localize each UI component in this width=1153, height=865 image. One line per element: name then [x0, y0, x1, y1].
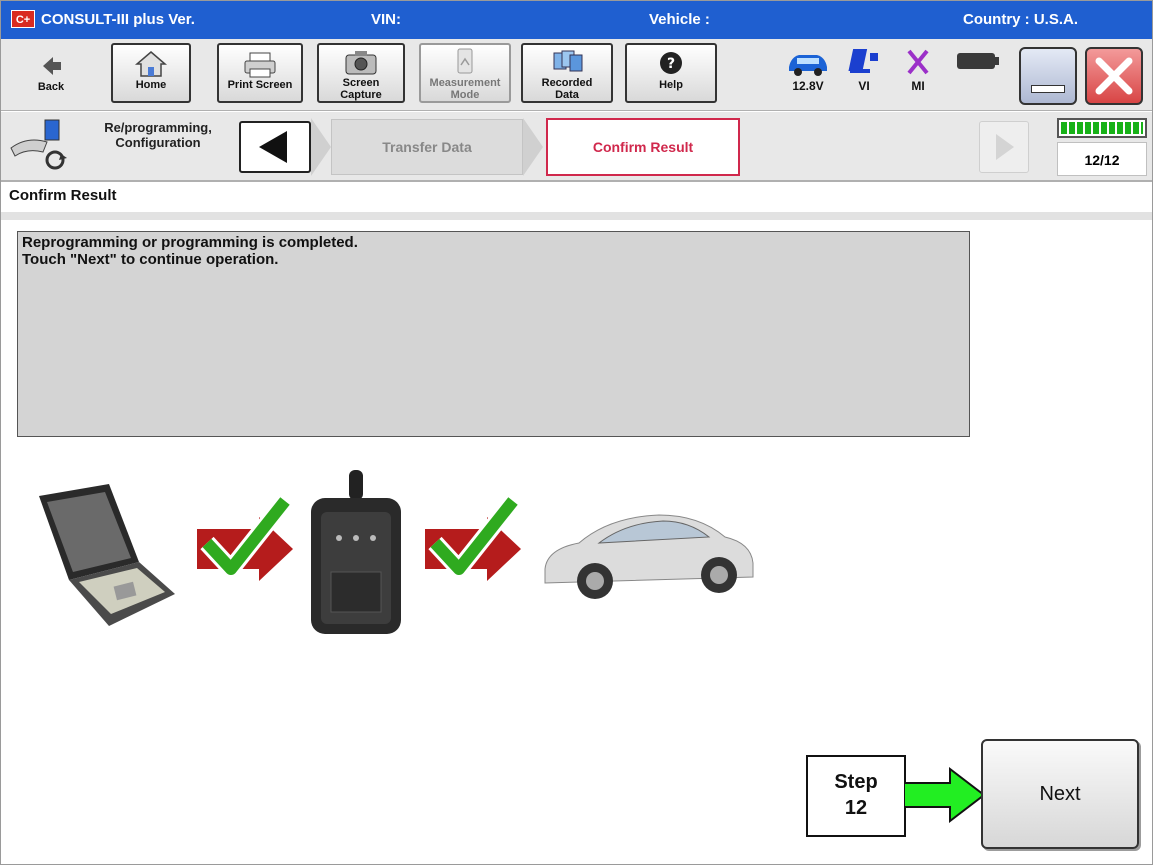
- home-button[interactable]: Home: [111, 43, 191, 103]
- step-callout-line2: 12: [844, 797, 868, 819]
- next-button[interactable]: Next: [981, 739, 1139, 849]
- mi-disconnected-icon: [907, 49, 929, 75]
- country-label: Country : U.S.A.: [963, 11, 1078, 28]
- back-arrow-icon: [43, 57, 61, 75]
- toolbar: Back Home Print Screen Screen Capture Me…: [1, 39, 1152, 111]
- separator: [1, 212, 1152, 220]
- step-transfer-data: Transfer Data: [331, 119, 523, 175]
- laptop-icon: [39, 484, 175, 626]
- page-count: 12/12: [1057, 142, 1147, 176]
- back-label: Back: [37, 81, 65, 93]
- recorded-data-label-2: Data: [555, 89, 579, 101]
- next-step-arrow-disabled: [979, 121, 1029, 173]
- vi-interface-device-icon: [311, 470, 401, 634]
- green-pointer-arrow-icon: [904, 767, 986, 823]
- camera-icon: [345, 51, 377, 75]
- home-label: Home: [135, 79, 167, 91]
- message-line-1: Reprogramming or programming is complete…: [22, 234, 358, 251]
- minimize-button[interactable]: [1019, 47, 1077, 105]
- recorded-data-button[interactable]: Recorded Data: [521, 43, 613, 103]
- close-button[interactable]: [1085, 47, 1143, 105]
- transfer-success-arrow-2: [425, 495, 521, 581]
- vehicle-label: Vehicle :: [649, 11, 710, 28]
- previous-step-button[interactable]: [239, 121, 311, 173]
- section-label: Re/programming, Configuration: [83, 120, 233, 150]
- car-status-icon: [789, 55, 827, 76]
- mi-status: MI: [893, 45, 943, 101]
- vi-label: VI: [858, 79, 870, 93]
- recorded-data-label-1: Recorded: [541, 77, 593, 89]
- help-icon: ?: [660, 52, 682, 74]
- printer-icon: [244, 52, 276, 78]
- consult-logo: C+: [11, 10, 35, 28]
- screen-capture-label-2: Capture: [340, 89, 382, 101]
- right-triangle-icon: [996, 134, 1014, 160]
- home-icon: [134, 51, 168, 77]
- battery-status: [953, 45, 1003, 101]
- svg-text:?: ?: [667, 56, 675, 72]
- battery-icon: [957, 53, 999, 69]
- vin-label: VIN:: [371, 11, 401, 28]
- app-version-label: CONSULT-III plus Ver.: [41, 11, 195, 28]
- help-label: Help: [659, 79, 683, 91]
- screen-capture-label-1: Screen: [342, 77, 380, 89]
- battery-voltage-status: 12.8V: [783, 45, 833, 101]
- title-bar: C+ CONSULT-III plus Ver. VIN: Vehicle : …: [1, 1, 1152, 39]
- step-callout-line1: Step: [834, 771, 878, 793]
- measurement-label-2: Mode: [450, 89, 480, 101]
- help-button[interactable]: ? Help: [625, 43, 717, 103]
- step-bar: Re/programming, Configuration Transfer D…: [1, 112, 1152, 182]
- measurement-icon: [457, 48, 473, 74]
- progress-bar: [1057, 118, 1147, 138]
- chevron-separator-2: [523, 118, 543, 176]
- transfer-success-arrow-1: [197, 495, 293, 581]
- voltage-label: 12.8V: [792, 79, 824, 93]
- step-callout: Step 12: [806, 755, 906, 837]
- page-title: Confirm Result: [9, 187, 117, 204]
- recorded-data-icon: [553, 50, 583, 72]
- vi-device-icon: [848, 49, 878, 73]
- back-button[interactable]: Back: [7, 43, 95, 103]
- section-label-line1: Re/programming,: [104, 120, 212, 135]
- mi-label: MI: [911, 79, 925, 93]
- print-screen-label: Print Screen: [227, 79, 293, 91]
- vehicle-icon: [544, 514, 754, 599]
- consult-window: C+ CONSULT-III plus Ver. VIN: Vehicle : …: [0, 0, 1153, 865]
- measurement-mode-button[interactable]: Measurement Mode: [419, 43, 511, 103]
- vi-status: VI: [839, 45, 889, 101]
- print-screen-button[interactable]: Print Screen: [217, 43, 303, 103]
- reprogramming-icon: [10, 119, 67, 170]
- message-line-2: Touch "Next" to continue operation.: [22, 251, 279, 268]
- progress-fill: [1061, 122, 1143, 134]
- left-triangle-icon: [259, 131, 287, 163]
- close-icon: [1095, 57, 1133, 95]
- message-box: Reprogramming or programming is complete…: [17, 231, 970, 437]
- measurement-label-1: Measurement: [429, 77, 501, 89]
- step-confirm-result: Confirm Result: [546, 118, 740, 176]
- screen-capture-button[interactable]: Screen Capture: [317, 43, 405, 103]
- section-label-line2: Configuration: [115, 135, 201, 150]
